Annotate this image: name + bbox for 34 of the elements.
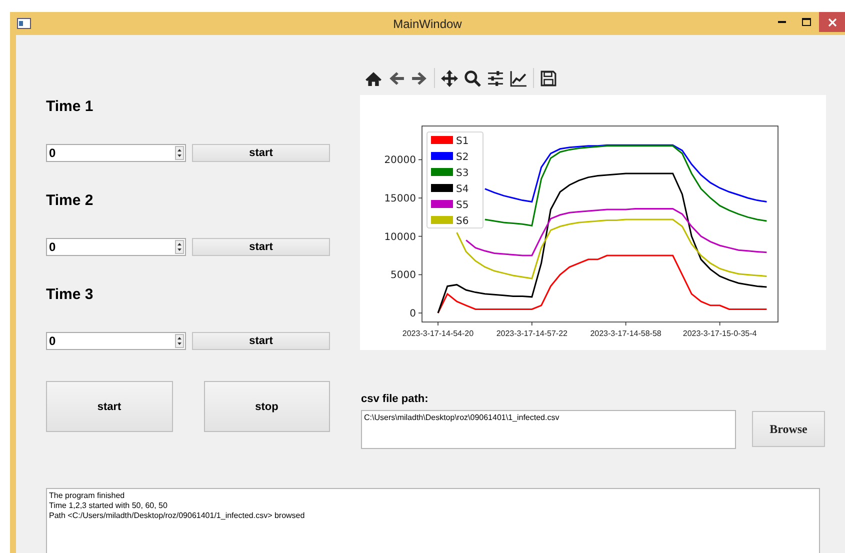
- log-line: The program finished: [49, 491, 125, 501]
- start-button[interactable]: start: [192, 332, 330, 350]
- time-label: Time 1: [46, 99, 94, 115]
- legend-label: S4: [456, 184, 469, 195]
- log-text-area[interactable]: The program finished Time 1,2,3 started with 50, 60, 50 Path <C:/Users/miladth/Desktop/roz/09061401/1_infected.csv> browsed: [46, 488, 820, 553]
- y-tick-label: 10000: [384, 232, 416, 243]
- csv-path-label: csv file path:: [360, 392, 430, 406]
- csv-path-field[interactable]: C:\Users\miladth\Desktop\roz\09061401\1_infected.csv: [361, 410, 736, 449]
- y-tick-label: 5000: [390, 270, 416, 282]
- y-tick-label: 15000: [384, 194, 416, 204]
- legend-label: S1: [456, 136, 469, 147]
- spin-box[interactable]: 0: [46, 238, 186, 256]
- start-button[interactable]: start: [192, 238, 330, 256]
- x-tick-label: 2023-3-17-14-58-58: [590, 329, 662, 338]
- legend-label: S5: [456, 200, 469, 211]
- y-tick-label: 0: [410, 308, 416, 320]
- log-line: Time 1,2,3 started with 50, 60, 50: [49, 501, 168, 511]
- start-button[interactable]: start: [46, 381, 172, 432]
- spin-box[interactable]: 0: [46, 332, 186, 350]
- y-tick-label: 20000: [384, 155, 416, 166]
- window-title: MainWindow: [393, 16, 462, 30]
- browse-button[interactable]: Browse: [752, 411, 825, 447]
- legend-label: S2: [456, 152, 469, 163]
- x-tick-label: 2023-3-17-15-0-35-4: [682, 329, 757, 338]
- start-button[interactable]: start: [192, 144, 330, 162]
- stop-button[interactable]: stop: [204, 381, 330, 432]
- x-tick-label: 2023-3-17-14-54-20: [402, 329, 474, 338]
- time-label: Time 3: [46, 287, 94, 303]
- legend-label: S6: [456, 216, 469, 227]
- x-tick-label: 2023-3-17-14-57-22: [496, 329, 568, 338]
- legend-label: S3: [456, 168, 469, 179]
- log-line: Path <C:/Users/miladth/Desktop/roz/09061401/1_infected.csv> browsed: [49, 511, 305, 521]
- spin-box[interactable]: 0: [46, 144, 186, 162]
- time-label: Time 2: [46, 193, 94, 209]
